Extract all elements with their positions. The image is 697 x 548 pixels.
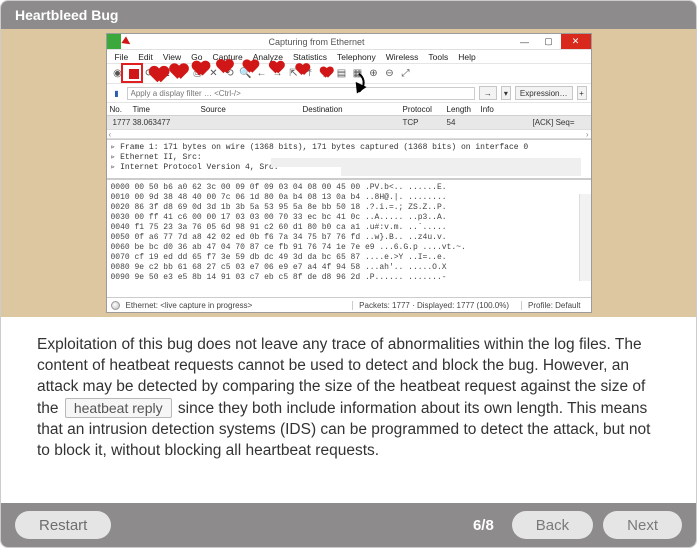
expression-button[interactable]: Expression…: [515, 86, 573, 100]
menu-file[interactable]: File: [111, 50, 133, 63]
hex-line: 0020 86 3f d8 69 0d 3d 1b 3b 5a 53 95 5a…: [111, 203, 587, 213]
cell-source: [201, 116, 303, 129]
menu-go[interactable]: Go: [187, 50, 206, 63]
lesson-card: Heartbleed Bug Capturing from Ethernet —…: [0, 0, 697, 548]
menu-capture[interactable]: Capture: [208, 50, 246, 63]
toolbar-stop-icon[interactable]: [127, 67, 141, 81]
toolbar-bottom-icon[interactable]: ⤓: [319, 67, 333, 81]
fill-blank-button[interactable]: heatbeat reply: [65, 398, 172, 418]
hex-line: 0030 00 ff 41 c6 00 00 17 03 03 00 70 33…: [111, 213, 587, 223]
toolbar-start-icon[interactable]: ◉: [111, 67, 125, 81]
scroll-right-icon[interactable]: ›: [586, 130, 589, 139]
hex-line: 0040 f1 75 23 3a 76 05 6d 98 91 c2 60 d1…: [111, 223, 587, 233]
wireshark-window: Capturing from Ethernet — ▢ ✕ File Edit …: [106, 33, 592, 313]
scroll-left-icon[interactable]: ‹: [109, 130, 112, 139]
hex-line: 0010 00 9d 38 48 40 00 7c 06 1d 80 0a b4…: [111, 193, 587, 203]
screenshot-area: Capturing from Ethernet — ▢ ✕ File Edit …: [1, 29, 696, 317]
display-filter-input[interactable]: [127, 87, 475, 100]
toolbar-reload-icon[interactable]: ⟲: [223, 67, 237, 81]
filter-apply-button[interactable]: →: [479, 86, 497, 100]
hex-line: 0090 9e 50 e3 e5 8b 14 91 03 c7 eb c5 8f…: [111, 273, 587, 283]
menu-statistics[interactable]: Statistics: [289, 50, 331, 63]
toolbar-zoomin-icon[interactable]: ⊕: [367, 67, 381, 81]
redaction-box: [341, 167, 581, 176]
redaction-box: [271, 158, 581, 167]
page-indicator: 6/8: [473, 517, 494, 534]
lesson-body: Exploitation of this bug does not leave …: [1, 317, 696, 503]
toolbar: ◉ ⟳ ☰ | ⎙ ✕ ⟲ 🔍 ← → ⇱ ⤒ ⤓ ▤ ▦ ⊕ ⊖ ⤢: [107, 64, 591, 84]
cell-protocol: TCP: [403, 116, 447, 129]
toolbar-sep-icon: |: [175, 67, 189, 81]
packet-row[interactable]: 1777 38.063477 TCP 54 [ACK] Seq=: [107, 116, 591, 129]
list-hscrollbar[interactable]: ‹ ›: [107, 129, 591, 139]
packet-details: ▹ Frame 1: 171 bytes on wire (1368 bits)…: [107, 139, 591, 179]
col-time-header[interactable]: Time: [133, 103, 201, 115]
toolbar-find-icon[interactable]: 🔍: [239, 67, 253, 81]
window-titlebar: Capturing from Ethernet — ▢ ✕: [107, 34, 591, 50]
col-source-header[interactable]: Source: [201, 103, 303, 115]
toolbar-back-icon[interactable]: ←: [255, 67, 269, 81]
cell-info: [ACK] Seq=: [481, 116, 591, 129]
status-profile[interactable]: Profile: Default: [521, 301, 586, 310]
back-button[interactable]: Back: [512, 511, 593, 539]
restart-button[interactable]: Restart: [15, 511, 111, 539]
toolbar-restart-icon[interactable]: ⟳: [143, 67, 157, 81]
toolbar-top-icon[interactable]: ⤒: [303, 67, 317, 81]
filter-history-button[interactable]: ▾: [501, 86, 511, 100]
menu-analyze[interactable]: Analyze: [249, 50, 287, 63]
filter-row: ▮ → ▾ Expression… +: [107, 84, 591, 103]
filter-bookmark-icon[interactable]: ▮: [111, 87, 123, 99]
next-button[interactable]: Next: [603, 511, 682, 539]
expert-info-icon[interactable]: [111, 301, 120, 310]
menu-tools[interactable]: Tools: [424, 50, 452, 63]
window-title: Capturing from Ethernet: [121, 34, 513, 49]
menu-help[interactable]: Help: [454, 50, 479, 63]
menu-edit[interactable]: Edit: [134, 50, 157, 63]
col-destination-header[interactable]: Destination: [303, 103, 403, 115]
toolbar-zoomout-icon[interactable]: ⊖: [383, 67, 397, 81]
col-protocol-header[interactable]: Protocol: [403, 103, 447, 115]
col-length-header[interactable]: Length: [447, 103, 481, 115]
status-bar: Ethernet: <live capture in progress> Pac…: [107, 297, 591, 312]
status-capture: Ethernet: <live capture in progress>: [126, 301, 253, 310]
menu-view[interactable]: View: [159, 50, 185, 63]
cell-time: 38.063477: [133, 116, 201, 129]
card-title: Heartbleed Bug: [1, 1, 696, 29]
col-no-header[interactable]: No.: [107, 103, 133, 115]
hex-line: 0070 cf 19 ed dd 65 f7 3e 59 db dc 49 3d…: [111, 253, 587, 263]
details-frame-line[interactable]: ▹ Frame 1: 171 bytes on wire (1368 bits)…: [111, 142, 587, 152]
menu-telephony[interactable]: Telephony: [333, 50, 380, 63]
toolbar-save-icon[interactable]: ⎙: [191, 67, 205, 81]
toolbar-options-icon[interactable]: ☰: [159, 67, 173, 81]
hex-line: 0000 00 50 b6 a0 62 3c 00 09 0f 09 03 04…: [111, 183, 587, 193]
toolbar-fwd-icon[interactable]: →: [271, 67, 285, 81]
hex-line: 0050 0f a6 77 7d a8 42 02 ed 0b f6 7a 34…: [111, 233, 587, 243]
lesson-footer: Restart 6/8 Back Next: [1, 503, 696, 547]
toolbar-autoscroll-icon[interactable]: ▤: [335, 67, 349, 81]
close-button[interactable]: ✕: [561, 34, 591, 49]
add-button[interactable]: +: [577, 86, 587, 100]
cell-destination: [303, 116, 403, 129]
lesson-paragraph: Exploitation of this bug does not leave …: [37, 335, 660, 462]
cell-length: 54: [447, 116, 481, 129]
status-packets: Packets: 1777 · Displayed: 1777 (100.0%): [352, 301, 515, 310]
hex-line: 0060 be bc d0 36 ab 47 04 70 87 ce fb 91…: [111, 243, 587, 253]
menu-wireless[interactable]: Wireless: [382, 50, 423, 63]
toolbar-close-icon[interactable]: ✕: [207, 67, 221, 81]
packet-bytes: 0000 00 50 b6 a0 62 3c 00 09 0f 09 03 04…: [107, 179, 591, 297]
app-icon: [107, 34, 121, 49]
bytes-vscrollbar[interactable]: [579, 194, 591, 281]
cell-no: 1777: [107, 116, 133, 129]
hex-line: 0080 9e c2 bb 61 68 27 c5 03 e7 06 e9 e7…: [111, 263, 587, 273]
minimize-button[interactable]: —: [513, 34, 537, 49]
col-info-header[interactable]: Info: [481, 103, 591, 115]
maximize-button[interactable]: ▢: [537, 34, 561, 49]
toolbar-resize-icon[interactable]: ⤢: [399, 67, 413, 81]
toolbar-jump-icon[interactable]: ⇱: [287, 67, 301, 81]
packet-list-header: No. Time Source Destination Protocol Len…: [107, 103, 591, 116]
menu-bar: File Edit View Go Capture Analyze Statis…: [107, 50, 591, 64]
